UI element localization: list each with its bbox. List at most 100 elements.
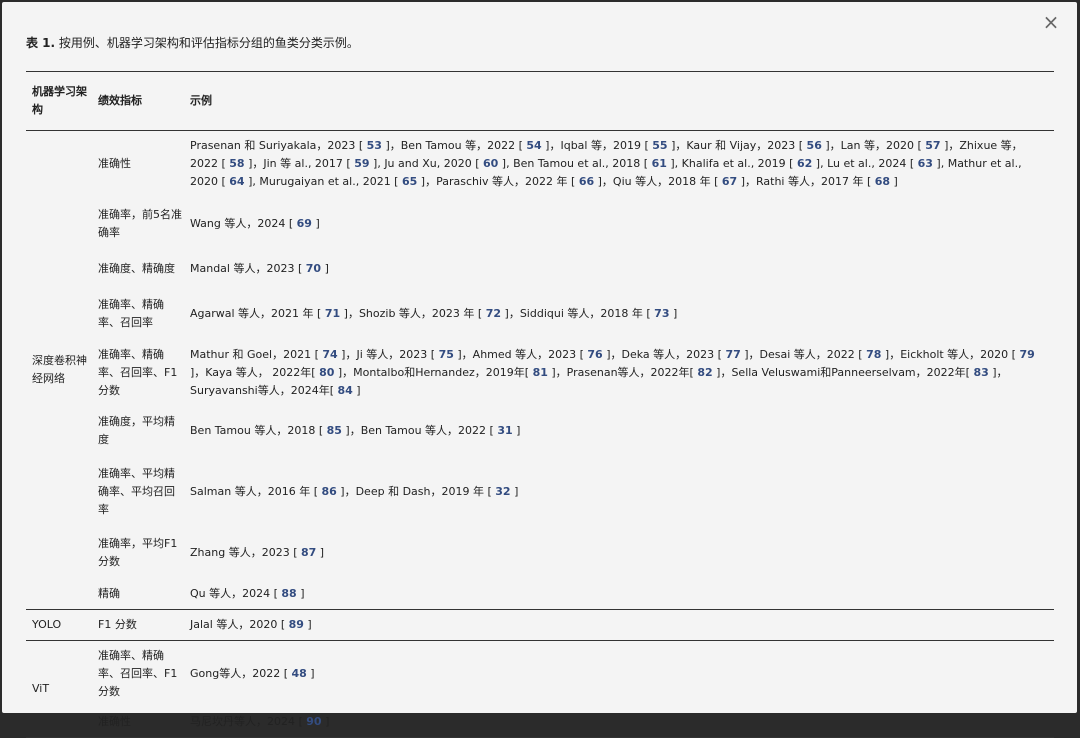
reference-link[interactable]: 76	[587, 348, 602, 361]
reference-link[interactable]: 84	[338, 384, 353, 397]
reference-link[interactable]: 89	[289, 618, 304, 631]
metric-cell: 准确率，前5名准确率	[98, 208, 182, 239]
reference-link[interactable]: 53	[367, 139, 382, 152]
metric-cell: 准确率、精确率、召回率	[98, 298, 164, 329]
citation-text: 马尼坎丹等人，2024 [	[190, 715, 307, 728]
reference-link[interactable]: 70	[306, 262, 321, 275]
metric-cell: 准确率、平均精确率、平均召回率	[98, 467, 175, 516]
citation-text: ]	[510, 485, 519, 498]
metric-cell: 准确性	[98, 157, 131, 170]
reference-link[interactable]: 73	[654, 307, 669, 320]
citation-text: ]，Deep 和 Dash，2019 年 [	[336, 485, 496, 498]
citation-text: ]	[321, 262, 329, 275]
examples-cell: Mandal 等人，2023 [ 70 ]	[184, 251, 1054, 287]
citation-text: ]	[303, 618, 312, 631]
examples-cell: Mathur 和 Goel，2021 [ 74 ]，Ji 等人，2023 [ 7…	[184, 341, 1054, 405]
citation-text: Wang 等人，2024 [	[190, 217, 297, 230]
table-caption: 表 1. 按用例、机器学习架构和评估指标分组的鱼类分类示例。	[26, 34, 359, 51]
reference-link[interactable]: 63	[918, 157, 933, 170]
metric-cell: 准确率，平均F1 分数	[98, 537, 178, 568]
citation-text: Mathur 和 Goel，2021 [	[190, 348, 323, 361]
reference-link[interactable]: 80	[319, 366, 334, 379]
reference-link[interactable]: 71	[325, 307, 340, 320]
citation-text: ]，Paraschiv 等人，2022 年 [	[417, 175, 579, 188]
table-row: 准确度，平均精度 Ben Tamou 等人，2018 [ 85 ]，Ben Tam…	[26, 405, 1054, 457]
reference-link[interactable]: 67	[722, 175, 737, 188]
reference-link[interactable]: 61	[652, 157, 667, 170]
reference-link[interactable]: 88	[281, 587, 296, 600]
citation-text: ]，Kaya 等人， 2022年[	[190, 366, 320, 379]
reference-link[interactable]: 66	[579, 175, 594, 188]
reference-link[interactable]: 86	[321, 485, 336, 498]
reference-link[interactable]: 79	[1019, 348, 1034, 361]
citation-text: ]	[352, 384, 361, 397]
reference-link[interactable]: 77	[725, 348, 740, 361]
citation-text: ], Ben Tamou et al., 2018 [	[498, 157, 652, 170]
reference-link[interactable]: 59	[354, 157, 369, 170]
reference-link[interactable]: 31	[497, 424, 512, 437]
citation-text: ]	[296, 587, 305, 600]
table-row: YOLO F1 分数 Jalal 等人，2020 [ 89 ]	[26, 610, 1054, 641]
citation-text: ]，Jin 等 al., 2017 [	[244, 157, 355, 170]
reference-link[interactable]: 74	[322, 348, 337, 361]
reference-link[interactable]: 85	[327, 424, 342, 437]
citation-text: ]，Eickholt 等人，2020 [	[881, 348, 1020, 361]
citation-text: ]，Ahmed 等人，2023 [	[453, 348, 588, 361]
reference-link[interactable]: 90	[306, 715, 321, 728]
reference-link[interactable]: 58	[229, 157, 244, 170]
reference-link[interactable]: 54	[526, 139, 541, 152]
metric-cell: 准确率、精确率、召回率、F1 分数	[98, 348, 178, 397]
reference-link[interactable]: 55	[652, 139, 667, 152]
reference-link[interactable]: 64	[229, 175, 244, 188]
citation-text: Qu 等人，2024 [	[190, 587, 282, 600]
reference-link[interactable]: 62	[797, 157, 812, 170]
citation-text: ], Lu et al., 2024 [	[812, 157, 918, 170]
citation-text: ]，Ji 等人，2023 [	[337, 348, 439, 361]
citation-text: ]，Qiu 等人，2018 年 [	[594, 175, 722, 188]
reference-link[interactable]: 82	[697, 366, 712, 379]
metric-cell: F1 分数	[98, 618, 137, 631]
citation-text: ]	[321, 715, 330, 728]
table-row: ViT 准确率、精确率、召回率、F1 分数 Gong等人，2022 [ 48 ]	[26, 641, 1054, 708]
reference-link[interactable]: 78	[866, 348, 881, 361]
citation-text: ]	[512, 424, 521, 437]
table-row: 准确率，平均F1 分数 Zhang 等人，2023 [ 87 ]	[26, 527, 1054, 579]
header-examples: 示例	[190, 94, 212, 107]
reference-link[interactable]: 60	[483, 157, 498, 170]
citation-text: ]，Siddiqui 等人，2018 年 [	[501, 307, 655, 320]
table-row: 准确度、精确度 Mandal 等人，2023 [ 70 ]	[26, 251, 1054, 287]
citation-text: ], Murugaiyan et al., 2021 [	[244, 175, 402, 188]
table-row: 准确性 马尼坎丹等人，2024 [ 90 ]	[26, 707, 1054, 738]
reference-link[interactable]: 69	[297, 217, 312, 230]
citation-text: ]，Ben Tamou 等，2022 [	[381, 139, 527, 152]
close-icon[interactable]: ×	[1041, 12, 1061, 32]
table-row: 准确率、平均精确率、平均召回率 Salman 等人，2016 年 [ 86 ]，D…	[26, 457, 1054, 527]
architecture-cell: YOLO	[32, 618, 62, 631]
reference-link[interactable]: 57	[925, 139, 940, 152]
reference-link[interactable]: 32	[495, 485, 510, 498]
reference-link[interactable]: 56	[807, 139, 822, 152]
citation-text: ], Ju and Xu, 2020 [	[369, 157, 483, 170]
examples-cell: Zhang 等人，2023 [ 87 ]	[184, 527, 1054, 579]
citation-text: ]，Rathi 等人，2017 年 [	[737, 175, 875, 188]
reference-link[interactable]: 75	[439, 348, 454, 361]
citation-text: Zhang 等人，2023 [	[190, 546, 301, 559]
reference-link[interactable]: 65	[402, 175, 417, 188]
table-row: 准确率、精确率、召回率 Agarwal 等人，2021 年 [ 71 ]，Shoz…	[26, 287, 1054, 341]
reference-link[interactable]: 83	[973, 366, 988, 379]
citation-text: ]	[306, 667, 315, 680]
citation-text: ]，Desai 等人，2022 [	[740, 348, 867, 361]
table-modal: × 表 1. 按用例、机器学习架构和评估指标分组的鱼类分类示例。 机器学习架构 …	[2, 2, 1077, 738]
examples-cell: Jalal 等人，2020 [ 89 ]	[184, 610, 1054, 641]
examples-cell: Ben Tamou 等人，2018 [ 85 ]，Ben Tamou 等人，20…	[184, 405, 1054, 457]
header-metric: 绩效指标	[98, 94, 142, 107]
metric-cell: 精确	[98, 587, 120, 600]
reference-link[interactable]: 87	[301, 546, 316, 559]
reference-link[interactable]: 68	[875, 175, 890, 188]
table-row: 准确率，前5名准确率 Wang 等人，2024 [ 69 ]	[26, 197, 1054, 251]
reference-link[interactable]: 72	[486, 307, 501, 320]
reference-link[interactable]: 81	[533, 366, 548, 379]
citation-text: ]	[311, 217, 320, 230]
examples-cell: Wang 等人，2024 [ 69 ]	[184, 197, 1054, 251]
reference-link[interactable]: 48	[292, 667, 307, 680]
